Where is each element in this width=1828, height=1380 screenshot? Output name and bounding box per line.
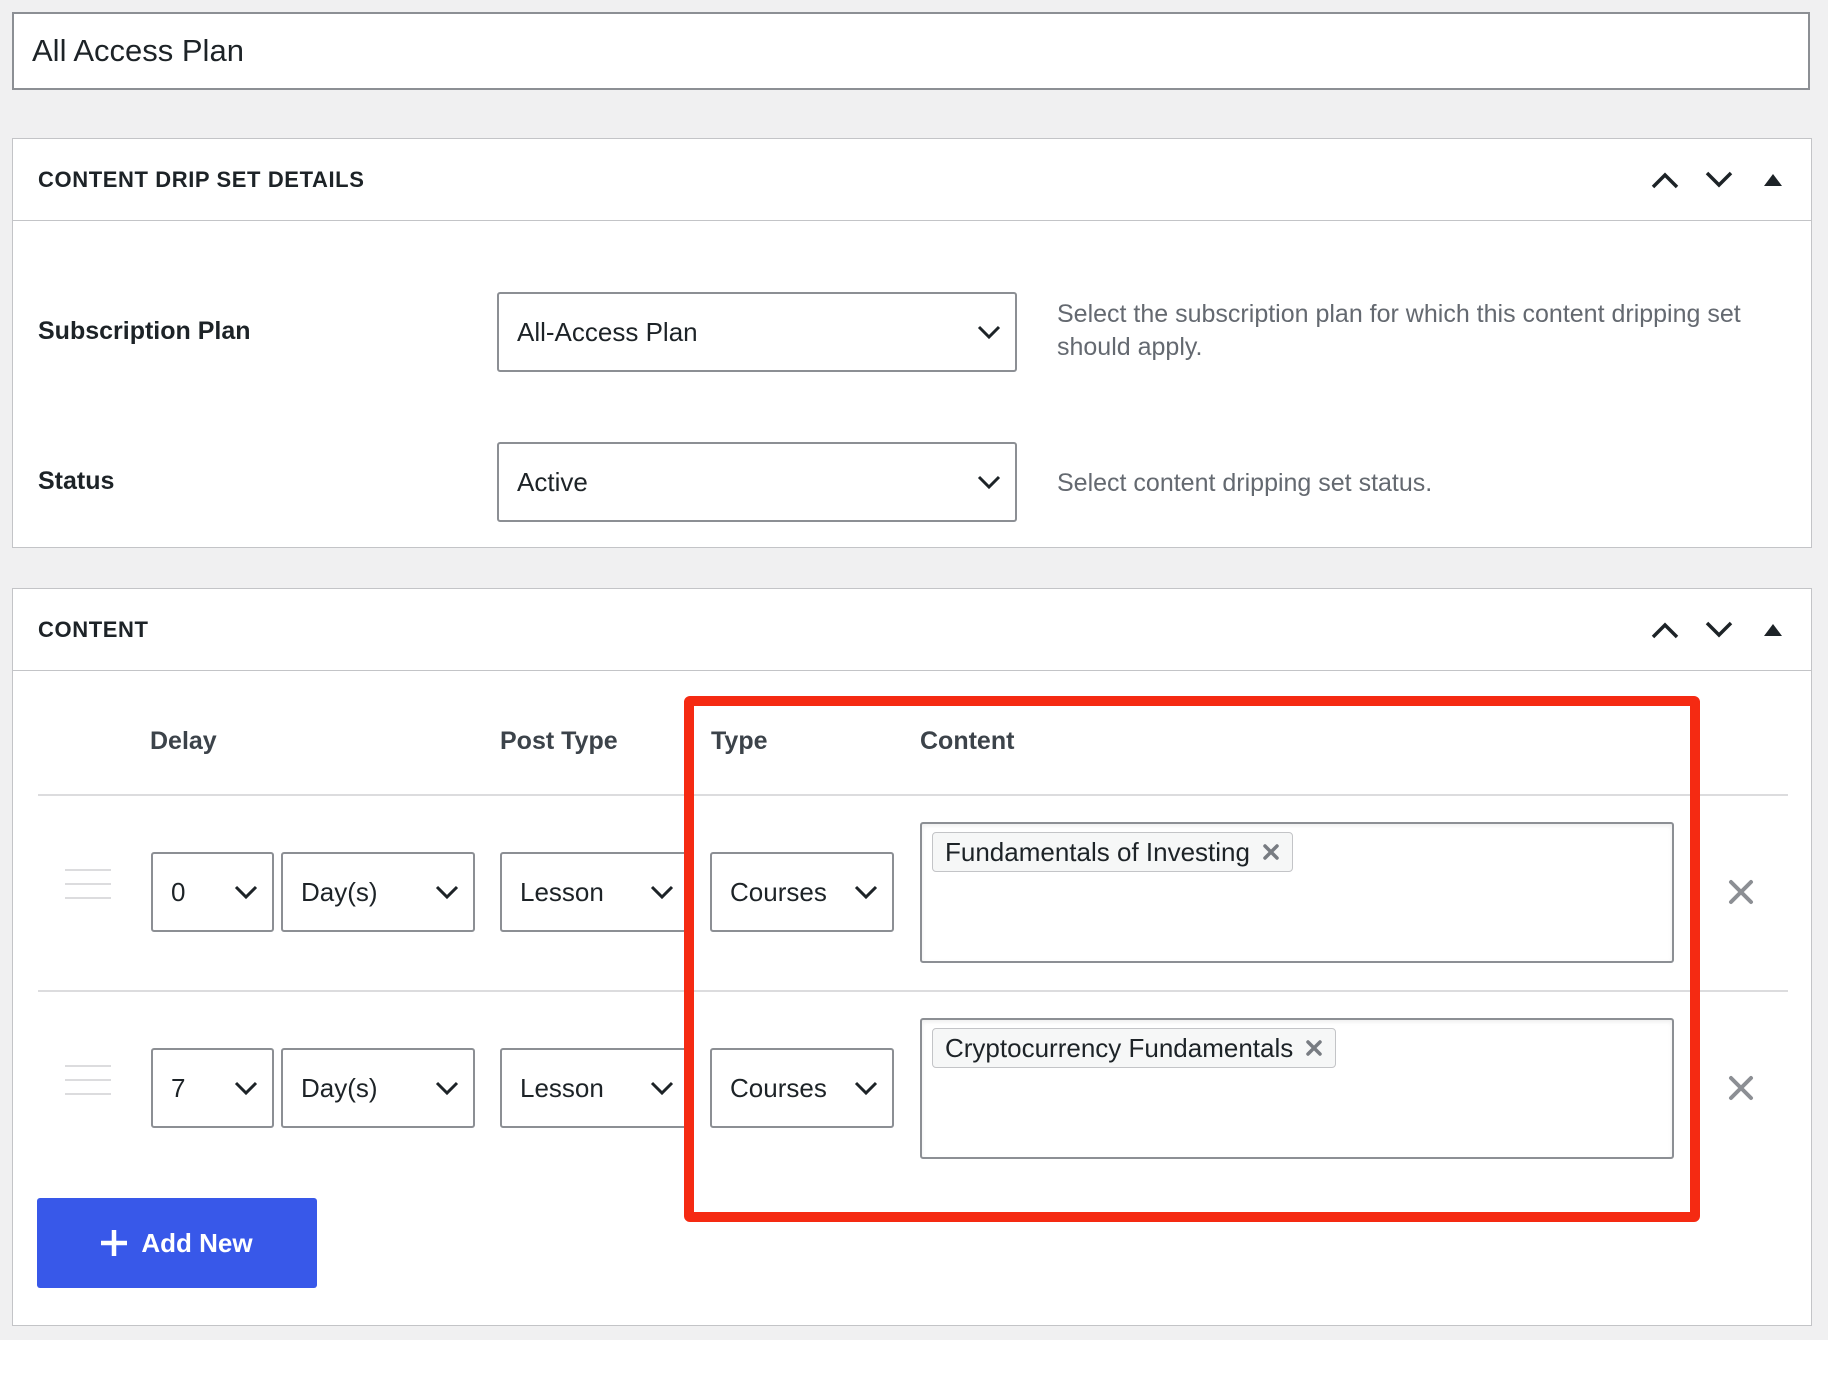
post-type-select[interactable]: Lesson [500, 852, 690, 932]
chevron-down-icon [1705, 621, 1733, 637]
move-up-button[interactable] [1649, 614, 1681, 646]
delay-value: 7 [171, 1072, 186, 1103]
status-description: Select content dripping set status. [1057, 469, 1433, 497]
triangle-up-icon [1764, 173, 1782, 186]
details-panel-title: CONTENT DRIP SET DETAILS [38, 166, 365, 192]
chevron-down-icon [234, 885, 258, 900]
post-type-value: Lesson [520, 1072, 604, 1103]
chevron-down-icon [650, 1081, 674, 1096]
toggle-panel-button[interactable] [1757, 164, 1789, 196]
delay-value-select[interactable]: 7 [151, 1048, 274, 1128]
annotation-highlight-box [684, 696, 1700, 1222]
delay-value-select[interactable]: 0 [151, 852, 274, 932]
details-panel-header: CONTENT DRIP SET DETAILS [13, 139, 1811, 221]
plan-title-value: All Access Plan [32, 33, 244, 68]
chevron-down-icon [977, 325, 1001, 340]
post-type-select[interactable]: Lesson [500, 1048, 690, 1128]
subscription-plan-label: Subscription Plan [38, 317, 251, 345]
column-header-post-type: Post Type [500, 727, 618, 755]
move-down-button[interactable] [1703, 614, 1735, 646]
status-value: Active [517, 466, 588, 497]
subscription-plan-select[interactable]: All-Access Plan [497, 292, 1017, 372]
details-panel: CONTENT DRIP SET DETAILS Subscription Pl… [12, 138, 1812, 548]
close-icon[interactable] [1727, 1074, 1755, 1102]
status-select[interactable]: Active [497, 442, 1017, 522]
chevron-down-icon [435, 1081, 459, 1096]
content-panel-title: CONTENT [38, 616, 149, 642]
chevron-down-icon [435, 885, 459, 900]
add-new-button[interactable]: Add New [37, 1198, 317, 1288]
subscription-plan-description: Select the subscription plan for which t… [1057, 300, 1741, 361]
drag-handle-icon[interactable] [65, 1065, 111, 1097]
triangle-up-icon [1764, 623, 1782, 636]
chevron-up-icon [1651, 622, 1679, 638]
chevron-down-icon [650, 885, 674, 900]
move-down-button[interactable] [1703, 164, 1735, 196]
chevron-down-icon [1705, 171, 1733, 187]
delay-unit: Day(s) [301, 876, 378, 907]
delay-unit-select[interactable]: Day(s) [281, 1048, 475, 1128]
post-type-value: Lesson [520, 876, 604, 907]
status-label: Status [38, 467, 115, 495]
chevron-down-icon [234, 1081, 258, 1096]
toggle-panel-button[interactable] [1757, 614, 1789, 646]
chevron-up-icon [1651, 172, 1679, 188]
delay-unit-select[interactable]: Day(s) [281, 852, 475, 932]
move-up-button[interactable] [1649, 164, 1681, 196]
close-icon[interactable] [1727, 878, 1755, 906]
delay-unit: Day(s) [301, 1072, 378, 1103]
chevron-down-icon [977, 475, 1001, 490]
content-panel-header: CONTENT [13, 589, 1811, 671]
plan-title-input[interactable]: All Access Plan [12, 12, 1810, 90]
drag-handle-icon[interactable] [65, 869, 111, 901]
add-new-label: Add New [141, 1227, 253, 1258]
subscription-plan-value: All-Access Plan [517, 316, 698, 347]
plus-icon [101, 1230, 128, 1256]
column-header-delay: Delay [150, 727, 217, 755]
delay-value: 0 [171, 876, 186, 907]
